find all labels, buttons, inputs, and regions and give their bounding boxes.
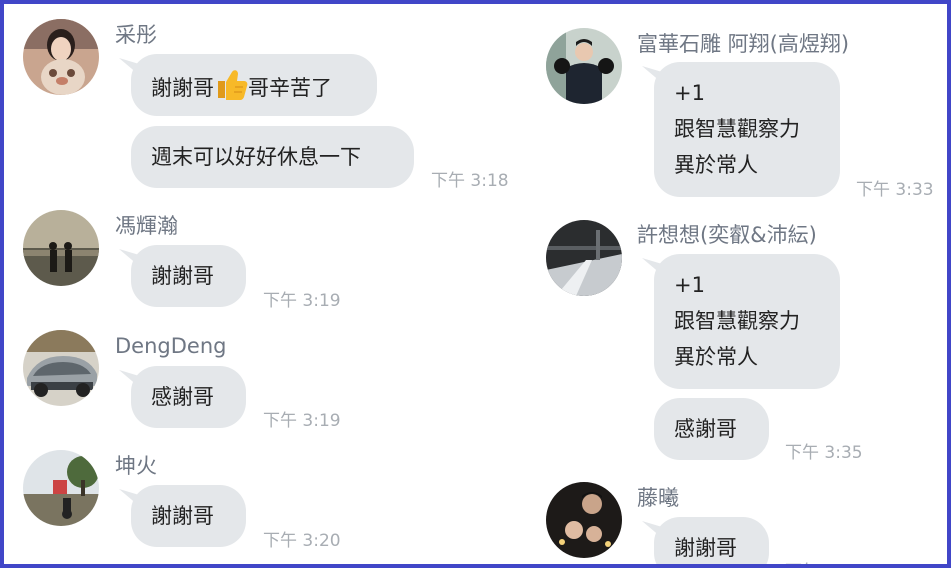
avatar-user-6[interactable] (546, 220, 622, 296)
avatar-user-4[interactable] (23, 450, 99, 526)
message-text: 謝謝哥 (151, 76, 214, 100)
message-bubble[interactable]: +1 跟智慧觀察力 異於常人 (654, 62, 840, 197)
message-text: 謝謝哥 (151, 264, 214, 288)
message-line: 跟智慧觀察力 (674, 309, 800, 333)
sender-name: 富華石雕 阿翔(高煜翔) (637, 32, 850, 56)
message-bubble[interactable]: 感謝哥 (654, 398, 769, 460)
message-timestamp: 下午 3:18 (431, 171, 509, 191)
sender-name: 坤火 (115, 454, 157, 478)
message-text: 週末可以好好休息一下 (151, 145, 361, 169)
sender-name: 藤曦 (637, 486, 679, 510)
message-timestamp: 下午 3:19 (263, 411, 341, 431)
thumbs-up-icon (214, 67, 248, 101)
message-text: 感謝哥 (674, 417, 737, 441)
message-bubble[interactable]: 謝謝哥 (131, 245, 246, 307)
message-bubble[interactable]: +1 跟智慧觀察力 異於常人 (654, 254, 840, 389)
message-timestamp: 下午 3:33 (856, 180, 934, 200)
message-text: 感謝哥 (151, 385, 214, 409)
message-text: 謝謝哥 (151, 504, 214, 528)
message-line: 跟智慧觀察力 (674, 117, 800, 141)
avatar-user-3[interactable] (23, 330, 99, 406)
sender-name: 許想想(奕叡&沛紜) (637, 223, 817, 247)
message-line: +1 (674, 81, 705, 105)
message-line: 異於常人 (674, 345, 758, 369)
message-text: 哥辛苦了 (248, 76, 332, 100)
message-timestamp: 下午 3:20 (263, 531, 341, 551)
message-timestamp: 下午 3:19 (263, 291, 341, 311)
message-timestamp: 下午 3:35 (785, 557, 863, 564)
message-bubble[interactable]: 週末可以好好休息一下 (131, 126, 414, 188)
message-timestamp: 下午 3:35 (785, 443, 863, 463)
avatar-user-2[interactable] (23, 210, 99, 286)
message-line: 異於常人 (674, 153, 758, 177)
sender-name: 馮輝瀚 (115, 214, 178, 238)
sender-name: 采彤 (115, 23, 157, 47)
sender-name: DengDeng (115, 334, 227, 358)
avatar-user-5[interactable] (546, 28, 622, 104)
message-bubble[interactable]: 謝謝哥 哥辛苦了 (131, 54, 377, 116)
chat-window: 采彤 謝謝哥 哥辛苦了 週末可以好好休息一下 下午 3:18 馮輝瀚 謝謝哥 下… (0, 0, 951, 568)
message-bubble[interactable]: 謝謝哥 (654, 517, 769, 564)
message-bubble[interactable]: 謝謝哥 (131, 485, 246, 547)
message-bubble[interactable]: 感謝哥 (131, 366, 246, 428)
message-line: +1 (674, 273, 705, 297)
avatar-user-7[interactable] (546, 482, 622, 558)
avatar-user-1[interactable] (23, 19, 99, 95)
message-text: 謝謝哥 (674, 536, 737, 560)
